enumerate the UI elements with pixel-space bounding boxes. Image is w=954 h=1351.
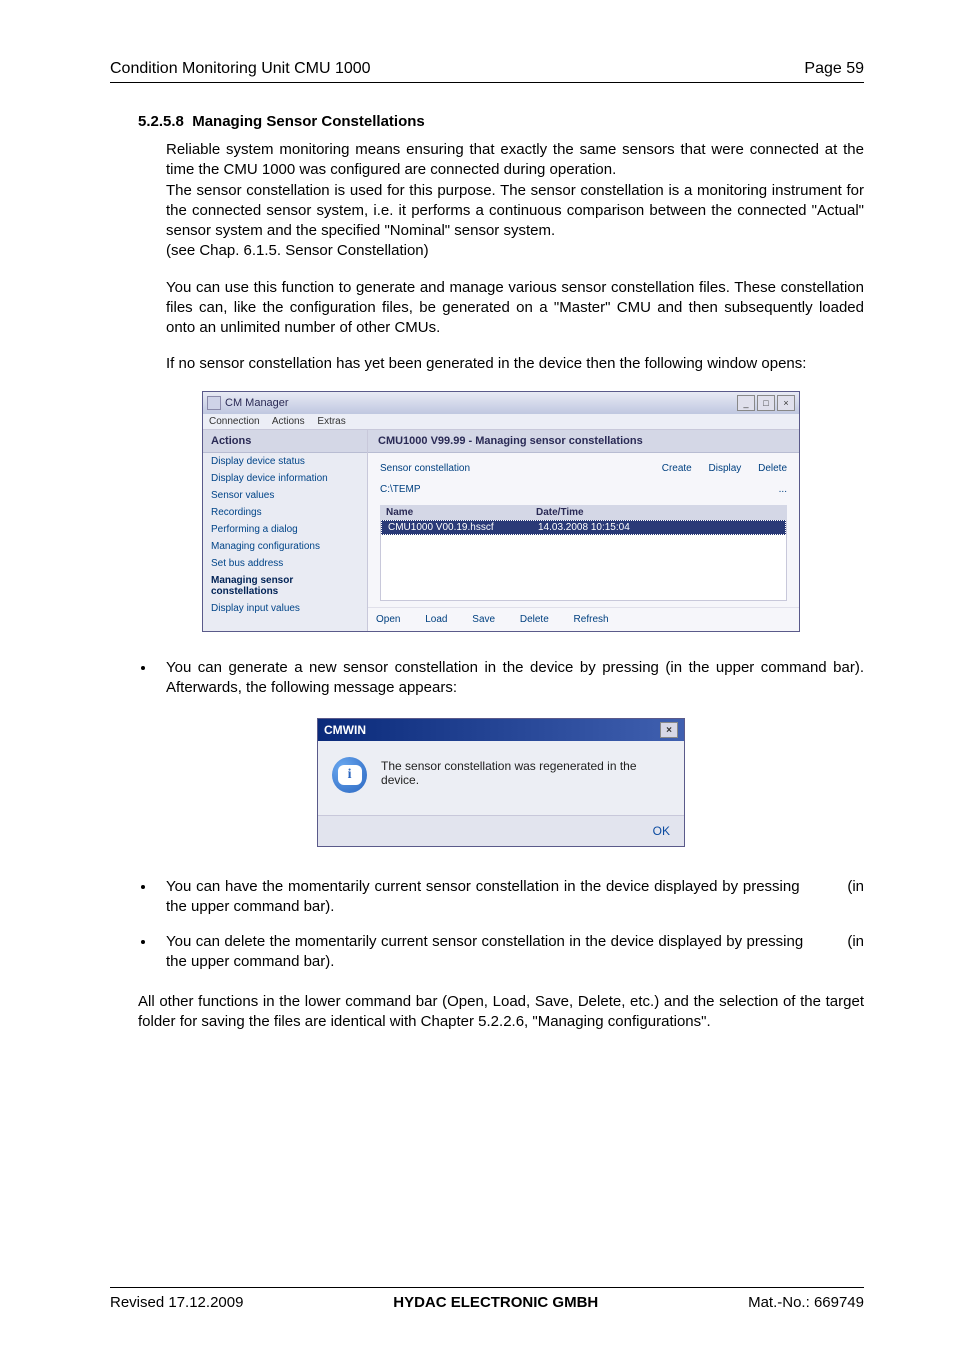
sensor-constellation-label: Sensor constellation [380,463,470,474]
ok-button[interactable]: OK [653,824,670,838]
info-glyph: i [338,765,362,785]
sidebar-item-input-values[interactable]: Display input values [203,600,367,617]
header-left: Condition Monitoring Unit CMU 1000 [110,60,371,78]
footer-right: Mat.-No.: 669749 [748,1294,864,1311]
filelist-row[interactable]: CMU1000 V00.19.hsscf 14.03.2008 10:15:04 [381,520,786,535]
open-link[interactable]: Open [376,614,400,625]
dialog-title: CMWIN [324,723,366,737]
delete-link[interactable]: Delete [758,463,787,474]
close-button[interactable]: × [777,395,795,411]
titlebar: CM Manager _ □ × [203,392,799,414]
sidebar-item-dialog[interactable]: Performing a dialog [203,521,367,538]
delete-file-link[interactable]: Delete [520,614,549,625]
window-title: CM Manager [225,397,289,409]
sidebar-item-sensor-constellations[interactable]: Managing sensor constellations [203,572,367,600]
browse-button[interactable]: ... [779,484,787,495]
filelist-header: Name Date/Time [380,505,787,520]
file-date: 14.03.2008 10:15:04 [538,522,630,533]
bullet-text: You can delete the momentarily current s… [166,933,803,950]
section-number: 5.2.5.8 [138,113,184,130]
path-label: C:\TEMP [380,484,421,495]
footer-center: HYDAC ELECTRONIC GMBH [393,1294,598,1311]
section-heading: 5.2.5.8 Managing Sensor Constellations [138,113,864,130]
page-header: Condition Monitoring Unit CMU 1000 Page … [110,60,864,83]
app-icon [207,396,221,410]
header-right: Page 59 [804,60,864,78]
refresh-link[interactable]: Refresh [574,614,609,625]
paragraph: You can use this function to generate an… [166,278,864,339]
cmwin-dialog: CMWIN × i The sensor constellation was r… [317,718,685,847]
paragraph: All other functions in the lower command… [138,992,864,1033]
sidebar-item-configurations[interactable]: Managing configurations [203,538,367,555]
load-link[interactable]: Load [425,614,447,625]
paragraph: Reliable system monitoring means ensurin… [166,140,864,181]
cm-manager-window: CM Manager _ □ × Connection Actions Extr… [202,391,800,632]
maximize-button[interactable]: □ [757,395,775,411]
paragraph: (see Chap. 6.1.5. Sensor Constellation) [166,241,864,261]
file-name: CMU1000 V00.19.hsscf [388,522,538,533]
bottom-command-bar: Open Load Save Delete Refresh [368,607,799,631]
minimize-button[interactable]: _ [737,395,755,411]
menubar: Connection Actions Extras [203,414,799,430]
menu-extras[interactable]: Extras [317,416,345,427]
dialog-titlebar: CMWIN × [318,719,684,741]
list-item: You can delete the momentarily current s… [156,932,864,973]
create-link[interactable]: Create [662,463,692,474]
paragraph: If no sensor constellation has yet been … [166,354,864,374]
list-item: You can generate a new sensor constellat… [156,658,864,699]
footer-left: Revised 17.12.2009 [110,1294,243,1311]
save-link[interactable]: Save [472,614,495,625]
bullet-text: You can have the momentarily current sen… [166,878,800,895]
section-title: Managing Sensor Constellations [192,113,425,130]
info-icon: i [332,757,367,793]
sidebar-item-device-status[interactable]: Display device status [203,453,367,470]
menu-actions[interactable]: Actions [272,416,305,427]
sidebar-item-device-info[interactable]: Display device information [203,470,367,487]
content-title: CMU1000 V99.99 - Managing sensor constel… [368,430,799,453]
col-date: Date/Time [536,507,584,518]
paragraph: The sensor constellation is used for thi… [166,181,864,242]
page-footer: Revised 17.12.2009 HYDAC ELECTRONIC GMBH… [110,1287,864,1311]
sidebar: Actions Display device status Display de… [203,430,368,631]
menu-connection[interactable]: Connection [209,416,260,427]
list-item: You can have the momentarily current sen… [156,877,864,918]
bullet-text: You can generate a new sensor constellat… [166,659,659,676]
sidebar-header: Actions [203,430,367,453]
sidebar-item-sensor-values[interactable]: Sensor values [203,487,367,504]
dialog-close-button[interactable]: × [660,722,678,738]
dialog-message: The sensor constellation was regenerated… [381,757,670,787]
col-name: Name [386,507,536,518]
filelist[interactable]: CMU1000 V00.19.hsscf 14.03.2008 10:15:04 [380,520,787,601]
sidebar-item-bus-address[interactable]: Set bus address [203,555,367,572]
sidebar-item-recordings[interactable]: Recordings [203,504,367,521]
content-area: CMU1000 V99.99 - Managing sensor constel… [368,430,799,631]
display-link[interactable]: Display [709,463,742,474]
